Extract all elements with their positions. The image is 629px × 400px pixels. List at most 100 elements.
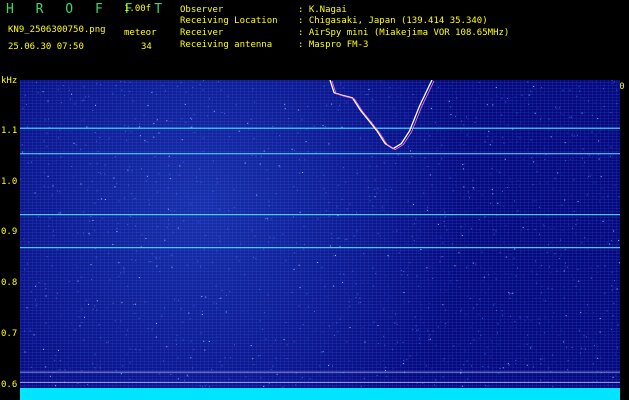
noise-speck (557, 136, 559, 138)
noise-speck (288, 245, 290, 247)
noise-speck (386, 375, 388, 377)
noise-speck (123, 80, 125, 82)
noise-speck (432, 190, 434, 192)
noise-speck (401, 140, 403, 142)
noise-speck (615, 374, 617, 376)
noise-speck (125, 334, 127, 336)
noise-speck (252, 88, 254, 90)
noise-speck (286, 344, 288, 346)
noise-speck (412, 329, 414, 331)
noise-speck (372, 339, 374, 341)
noise-speck (493, 233, 495, 235)
noise-speck (45, 322, 47, 324)
noise-speck (162, 84, 164, 86)
noise-speck (579, 289, 581, 291)
noise-speck (254, 101, 256, 103)
noise-speck (349, 305, 351, 307)
noise-speck (61, 123, 63, 125)
noise-speck (480, 266, 482, 268)
noise-speck (218, 298, 220, 300)
noise-speck (158, 210, 160, 212)
noise-speck (519, 122, 521, 124)
noise-speck (72, 349, 74, 351)
noise-speck (269, 278, 271, 280)
noise-speck (130, 193, 132, 195)
noise-speck (300, 267, 302, 269)
noise-speck (29, 329, 31, 331)
noise-speck (68, 281, 70, 283)
noise-speck (599, 200, 601, 202)
noise-speck (330, 195, 332, 197)
noise-speck (110, 96, 112, 98)
noise-speck (532, 205, 534, 207)
noise-speck (176, 358, 178, 360)
noise-speck (152, 117, 154, 119)
noise-speck (487, 366, 489, 368)
noise-speck (176, 193, 177, 195)
noise-speck (35, 196, 37, 198)
noise-speck (91, 98, 93, 100)
noise-speck (519, 217, 521, 219)
noise-speck (161, 196, 163, 198)
noise-speck (317, 218, 319, 220)
noise-speck (189, 253, 191, 255)
noise-speck (488, 298, 489, 300)
noise-speck (456, 97, 458, 99)
noise-speck (193, 270, 195, 272)
noise-speck (614, 353, 616, 355)
noise-speck (448, 100, 450, 102)
noise-speck (396, 323, 398, 325)
noise-speck (108, 352, 109, 353)
noise-speck (548, 118, 550, 120)
noise-speck (102, 112, 104, 114)
noise-speck (524, 320, 526, 321)
noise-speck (393, 160, 395, 162)
noise-speck (352, 109, 354, 111)
noise-speck (613, 302, 615, 304)
noise-speck (520, 230, 522, 232)
noise-speck (458, 252, 460, 254)
noise-speck (283, 385, 285, 387)
noise-speck (576, 219, 578, 221)
noise-speck (353, 258, 355, 260)
noise-speck (106, 126, 108, 128)
noise-speck (226, 156, 228, 158)
noise-speck (545, 300, 547, 302)
noise-speck (308, 143, 310, 145)
noise-speck (244, 274, 245, 276)
noise-speck (603, 85, 605, 87)
noise-speck (177, 110, 179, 112)
noise-speck (359, 137, 361, 139)
noise-speck (92, 363, 94, 365)
noise-speck (428, 339, 430, 341)
noise-speck (543, 225, 545, 227)
noise-speck (356, 173, 358, 175)
noise-speck (354, 325, 356, 327)
noise-speck (515, 100, 517, 102)
noise-speck (489, 356, 491, 358)
noise-speck (221, 112, 223, 113)
noise-speck (300, 281, 301, 282)
noise-speck (524, 336, 526, 338)
noise-speck (76, 137, 78, 139)
noise-speck (238, 106, 240, 108)
noise-speck (513, 257, 515, 259)
noise-speck (484, 324, 485, 326)
noise-speck (83, 267, 85, 269)
noise-speck (117, 260, 119, 262)
noise-speck (281, 262, 283, 264)
noise-speck (181, 139, 183, 141)
noise-speck (150, 303, 152, 305)
noise-speck (227, 228, 228, 230)
noise-speck (176, 344, 177, 345)
noise-speck (528, 103, 530, 105)
noise-speck (307, 326, 309, 327)
noise-speck (299, 129, 301, 130)
noise-speck (252, 285, 253, 287)
noise-speck (184, 103, 186, 105)
noise-speck (522, 227, 524, 229)
noise-speck (259, 288, 260, 290)
noise-speck (96, 83, 98, 85)
noise-speck (20, 278, 22, 280)
noise-speck (71, 386, 73, 387)
